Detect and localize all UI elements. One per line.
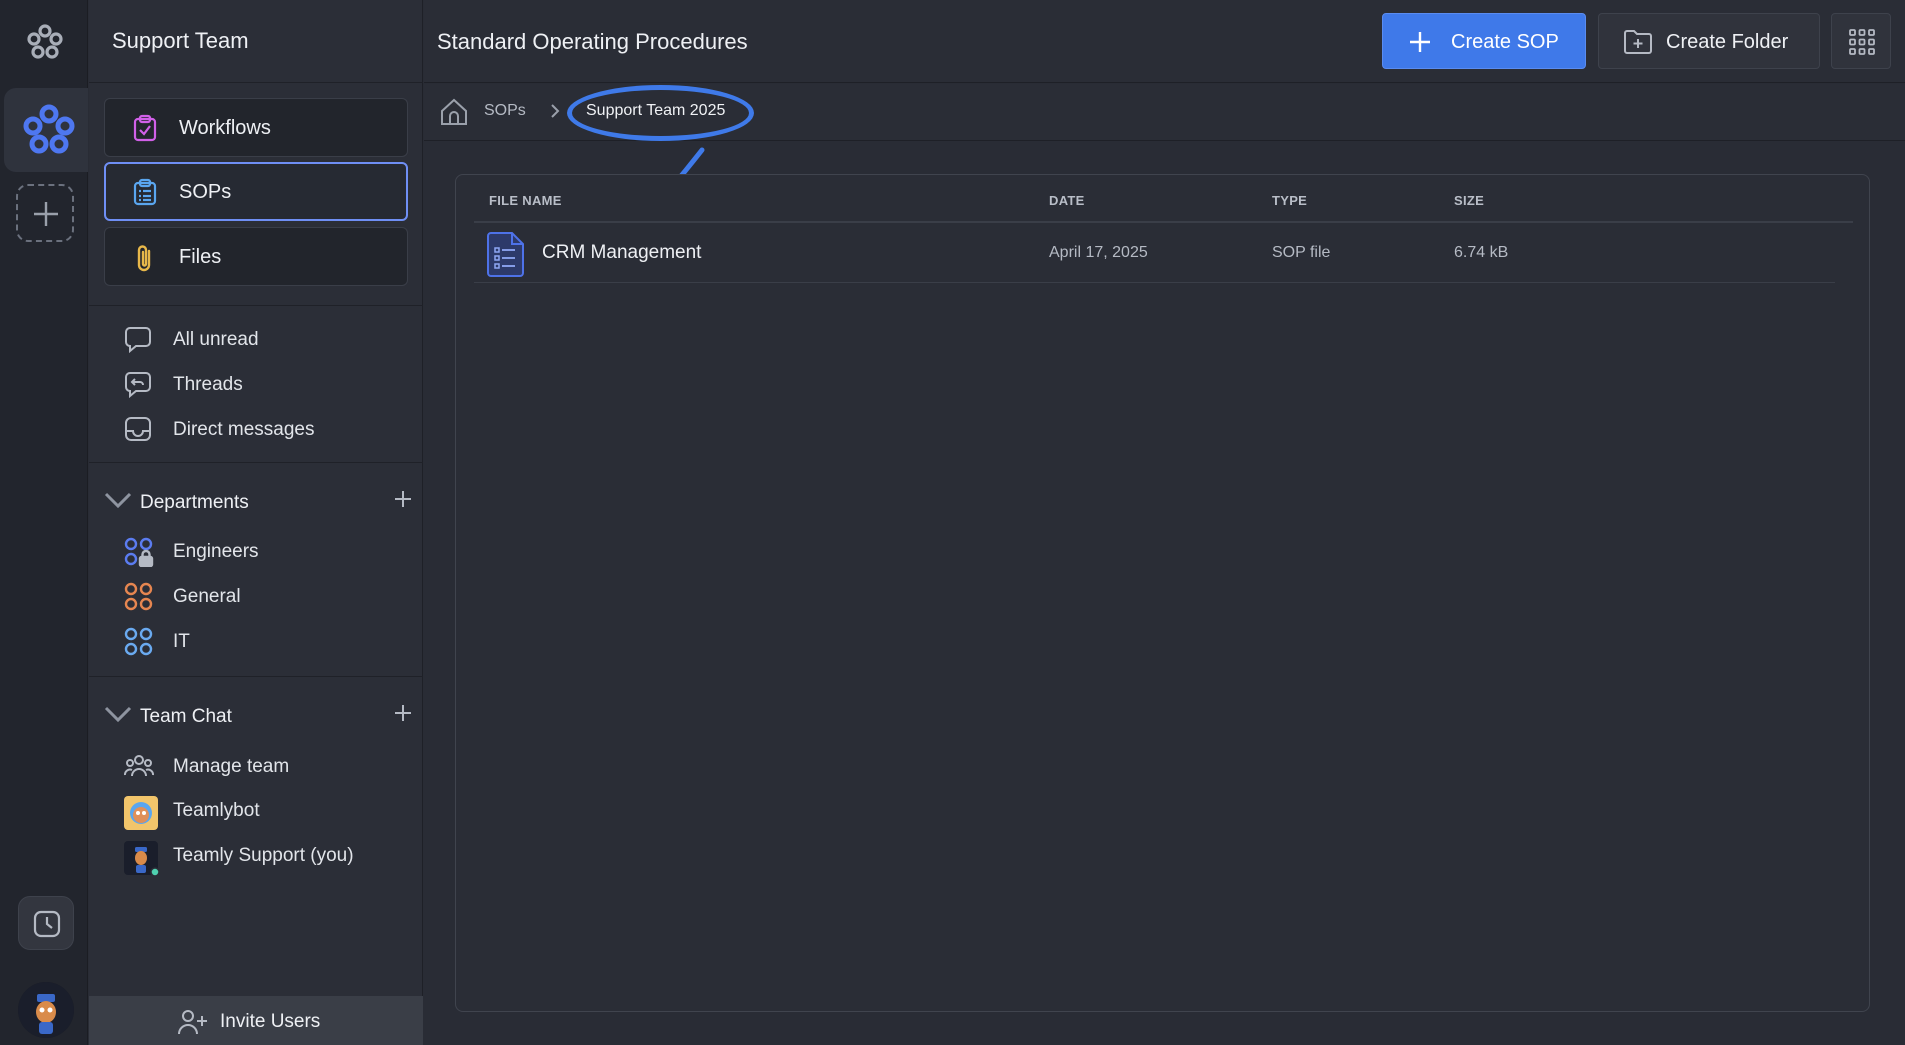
file-date: April 17, 2025	[1049, 244, 1148, 261]
sidebar-item-label: All unread	[173, 329, 259, 350]
channel-icon	[124, 582, 154, 617]
channel-label: General	[173, 586, 241, 607]
channel-it[interactable]: IT	[124, 624, 414, 660]
chevron-right-icon	[549, 102, 561, 125]
clipboard-check-icon	[131, 114, 159, 147]
file-table: FILE NAME DATE TYPE SIZE CRM Management …	[455, 174, 1870, 1012]
history-button[interactable]	[18, 896, 74, 950]
sidebar-item-manage-team[interactable]: Manage team	[124, 749, 414, 785]
section-label: Team Chat	[140, 706, 232, 727]
threads-icon	[124, 370, 152, 403]
sidebar-item-label: Teamlybot	[173, 800, 260, 821]
workspace-title: Support Team	[112, 28, 249, 53]
nav-workflows[interactable]: Workflows	[104, 98, 408, 157]
clock-icon	[33, 910, 61, 938]
plus-icon	[1409, 31, 1431, 58]
user-avatar[interactable]	[18, 982, 74, 1038]
column-header-date[interactable]: DATE	[1049, 193, 1085, 208]
home-icon[interactable]	[439, 97, 469, 132]
sidebar-item-label: Teamly Support (you)	[173, 845, 354, 866]
column-header-size[interactable]: SIZE	[1454, 193, 1484, 208]
inbox-icon	[124, 415, 152, 448]
divider	[89, 305, 423, 306]
divider	[89, 82, 423, 83]
channel-general[interactable]: General	[124, 579, 414, 615]
page-header: Standard Operating Procedures Create SOP…	[424, 0, 1905, 83]
chevron-down-icon	[103, 702, 133, 731]
section-label: Departments	[140, 492, 249, 513]
create-folder-label: Create Folder	[1666, 31, 1789, 53]
invite-users-label: Invite Users	[220, 1011, 321, 1032]
plus-icon	[34, 202, 58, 226]
sidebar-item-label: Manage team	[173, 756, 290, 777]
page-title: Standard Operating Procedures	[437, 29, 748, 54]
clipboard-list-icon	[131, 178, 159, 211]
paperclip-icon	[131, 243, 159, 278]
sidebar-item-label: Threads	[173, 374, 243, 395]
dm-teamlybot[interactable]: Teamlybot	[124, 793, 414, 830]
chevron-down-icon	[103, 488, 133, 517]
breadcrumb: SOPs Support Team 2025	[424, 84, 1905, 141]
column-header-file-name[interactable]: FILE NAME	[489, 193, 562, 208]
sidebar-item-label: Direct messages	[173, 419, 315, 440]
chat-bubble-icon	[124, 325, 152, 358]
create-sop-label: Create SOP	[1451, 31, 1559, 53]
sidebar-item-threads[interactable]: Threads	[124, 367, 414, 403]
workspace-support-team[interactable]	[4, 88, 88, 172]
channel-icon	[124, 627, 154, 662]
nav-sops[interactable]: SOPs	[104, 162, 408, 221]
apps-grid-button[interactable]	[1831, 13, 1891, 69]
nav-files-label: Files	[179, 246, 222, 268]
section-departments[interactable]: Departments	[103, 484, 413, 520]
highlight-circle	[567, 85, 754, 141]
nav-workflows-label: Workflows	[179, 117, 271, 139]
channel-label: Engineers	[173, 541, 259, 562]
add-chat-icon[interactable]	[393, 703, 413, 728]
create-sop-button[interactable]: Create SOP	[1382, 13, 1586, 69]
sop-document-icon	[487, 231, 525, 282]
sidebar-item-direct-messages[interactable]: Direct messages	[124, 412, 414, 448]
nav-files[interactable]: Files	[104, 227, 408, 286]
file-name[interactable]: CRM Management	[542, 242, 701, 264]
nav-sops-label: SOPs	[179, 181, 232, 203]
app-logo-icon[interactable]	[24, 22, 66, 64]
people-icon	[124, 752, 154, 785]
locked-channel-icon	[124, 537, 154, 572]
breadcrumb-sops-link[interactable]: SOPs	[484, 102, 526, 120]
file-type: SOP file	[1272, 244, 1331, 261]
add-workspace-button[interactable]	[16, 184, 74, 242]
file-size: 6.74 kB	[1454, 244, 1509, 261]
user-avatar	[124, 841, 160, 882]
folder-plus-icon	[1623, 29, 1653, 60]
column-header-type[interactable]: TYPE	[1272, 193, 1307, 208]
bot-avatar	[124, 796, 158, 835]
add-department-icon[interactable]	[393, 489, 413, 514]
invite-users-button[interactable]: Invite Users	[89, 996, 423, 1045]
channel-label: IT	[173, 631, 190, 652]
channel-engineers[interactable]: Engineers	[124, 534, 414, 570]
dm-teamly-support[interactable]: Teamly Support (you)	[124, 838, 414, 877]
add-user-icon	[177, 1008, 209, 1041]
grid-icon	[1849, 29, 1875, 55]
sidebar: Support Team Workflows SOPs Files All un…	[89, 0, 423, 1045]
divider	[89, 462, 423, 463]
divider	[89, 676, 423, 677]
workspace-rail	[0, 0, 88, 1045]
section-team-chat[interactable]: Team Chat	[103, 698, 413, 734]
table-row[interactable]: CRM Management April 17, 2025 SOP file 6…	[474, 223, 1835, 283]
create-folder-button[interactable]: Create Folder	[1598, 13, 1820, 69]
sidebar-item-all-unread[interactable]: All unread	[124, 322, 414, 358]
